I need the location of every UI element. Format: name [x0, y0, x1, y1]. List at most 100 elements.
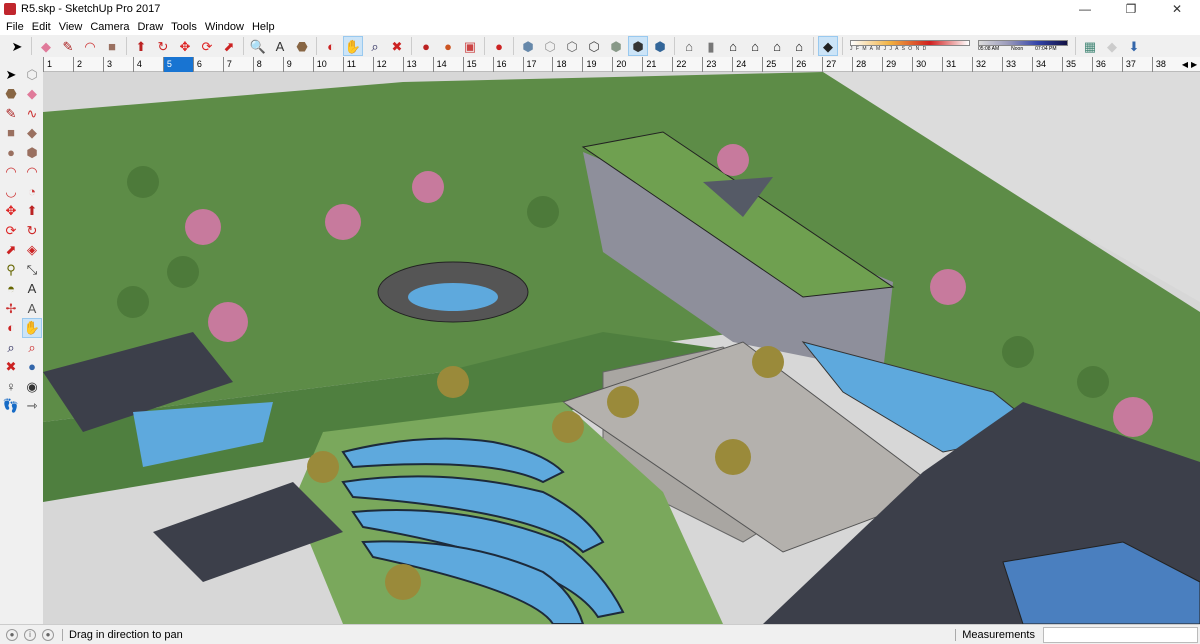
menu-edit[interactable]: Edit: [28, 21, 55, 33]
scene-tab-15[interactable]: 15: [462, 57, 493, 72]
xray-button[interactable]: ⬢: [519, 37, 537, 55]
zoom-button[interactable]: ⌕: [2, 338, 20, 356]
pan-button[interactable]: ✋: [343, 36, 363, 56]
scene-tab-34[interactable]: 34: [1031, 57, 1062, 72]
scene-tab-36[interactable]: 36: [1091, 57, 1122, 72]
arc-button[interactable]: ◠: [81, 37, 99, 55]
geolocation-icon[interactable]: ●: [6, 628, 18, 641]
back-edges-button[interactable]: ⬡: [541, 37, 559, 55]
text-button[interactable]: A: [23, 280, 41, 298]
scene-tab-17[interactable]: 17: [522, 57, 553, 72]
scene-tab-1[interactable]: 1: [43, 57, 73, 72]
three-point-arc-button[interactable]: ◡: [2, 182, 20, 200]
shaded-button[interactable]: ⬢: [607, 37, 625, 55]
scene-tab-29[interactable]: 29: [882, 57, 912, 72]
scene-tab-9[interactable]: 9: [282, 57, 313, 72]
scene-tab-32[interactable]: 32: [972, 57, 1002, 72]
eraser-button[interactable]: ◆: [37, 37, 55, 55]
scene-tab-22[interactable]: 22: [672, 57, 702, 72]
scene-tab-33[interactable]: 33: [1002, 57, 1032, 72]
scroll-right-icon[interactable]: ▶: [1191, 60, 1197, 69]
paint-bucket-button[interactable]: ⬣: [2, 85, 20, 103]
eraser-button[interactable]: ◆: [23, 85, 41, 103]
scene-tab-5[interactable]: 5: [162, 57, 193, 72]
scene-tab-28[interactable]: 28: [852, 57, 882, 72]
scale-button[interactable]: ⬈: [220, 37, 238, 55]
scene-tab-6[interactable]: 6: [192, 57, 223, 72]
back-view-button[interactable]: ⌂: [768, 37, 786, 55]
scene-tab-3[interactable]: 3: [102, 57, 133, 72]
scene-tab-20[interactable]: 20: [612, 57, 642, 72]
look-around-button[interactable]: ◉: [23, 377, 41, 395]
polygon-button[interactable]: ⬢: [23, 143, 41, 161]
previous-view-button[interactable]: ●: [23, 358, 41, 376]
tape-measure-button[interactable]: ⚲: [2, 260, 20, 278]
scene-tab-8[interactable]: 8: [252, 57, 283, 72]
two-point-arc-button[interactable]: ◠: [23, 163, 41, 181]
scene-tab-23[interactable]: 23: [702, 57, 732, 72]
follow-me-button[interactable]: ↻: [23, 221, 41, 239]
tape-measure-button[interactable]: 🔍: [249, 37, 267, 55]
walk-button[interactable]: 👣: [2, 397, 20, 415]
shadow-time-slider[interactable]: 05:08 AM Noon 07:04 PM: [978, 40, 1068, 52]
rotate-button[interactable]: ⟳: [198, 37, 216, 55]
monochrome-button[interactable]: ⬢: [651, 37, 669, 55]
minimize-button[interactable]: —: [1062, 0, 1108, 18]
scene-tab-24[interactable]: 24: [732, 57, 762, 72]
menu-draw[interactable]: Draw: [133, 21, 167, 33]
menu-help[interactable]: Help: [248, 21, 279, 33]
dimension-button[interactable]: ⤡: [23, 260, 41, 278]
push-pull-button[interactable]: ⬆: [132, 37, 150, 55]
rectangle-button[interactable]: ■: [103, 37, 121, 55]
menu-file[interactable]: File: [2, 21, 28, 33]
scene-tab-16[interactable]: 16: [492, 57, 523, 72]
menu-tools[interactable]: Tools: [167, 21, 201, 33]
select-button[interactable]: ➤: [2, 65, 20, 83]
text-button[interactable]: A: [271, 37, 289, 55]
arc-button[interactable]: ◠: [2, 163, 20, 181]
push-pull-button[interactable]: ⬆: [23, 202, 41, 220]
rotated-rectangle-button[interactable]: ◆: [23, 124, 41, 142]
rotate-button[interactable]: ⟳: [2, 221, 20, 239]
zoom-window-button[interactable]: ⌕: [23, 338, 41, 356]
menu-window[interactable]: Window: [201, 21, 248, 33]
scene-tab-14[interactable]: 14: [432, 57, 463, 72]
scene-tab-37[interactable]: 37: [1121, 57, 1152, 72]
scene-tab-26[interactable]: 26: [792, 57, 822, 72]
zoom-extents-button[interactable]: ✖: [388, 37, 406, 55]
scene-tab-4[interactable]: 4: [132, 57, 163, 72]
scene-scroll[interactable]: ◀ ▶: [1182, 57, 1200, 71]
model-viewport[interactable]: [43, 72, 1200, 624]
close-button[interactable]: ✕: [1154, 0, 1200, 18]
scale-button[interactable]: ⬈: [2, 241, 20, 259]
user-icon[interactable]: ●: [42, 628, 54, 641]
measurements-input[interactable]: [1043, 626, 1198, 643]
move-button[interactable]: ✥: [2, 202, 20, 220]
orbit-button[interactable]: ◐: [322, 37, 340, 55]
menu-view[interactable]: View: [55, 21, 87, 33]
section-plane-button[interactable]: ⇾: [23, 397, 41, 415]
scene-tab-2[interactable]: 2: [72, 57, 103, 72]
shadow-date-slider[interactable]: J F M A M J J A S O N D: [850, 40, 970, 52]
scene-tab-30[interactable]: 30: [912, 57, 942, 72]
3d-text-button[interactable]: A: [23, 299, 41, 317]
share-model-button[interactable]: ●: [439, 37, 457, 55]
warehouse-button[interactable]: ●: [417, 37, 435, 55]
make-component-button[interactable]: ⬡: [23, 65, 41, 83]
scene-tab-7[interactable]: 7: [222, 57, 253, 72]
freehand-button[interactable]: ∿: [23, 104, 41, 122]
scene-tab-19[interactable]: 19: [582, 57, 612, 72]
zoom-button[interactable]: ⌕: [366, 37, 384, 55]
rectangle-button[interactable]: ■: [2, 124, 20, 142]
scene-tab-27[interactable]: 27: [822, 57, 852, 72]
hidden-line-button[interactable]: ⬡: [585, 37, 603, 55]
zoom-extents-button[interactable]: ✖: [2, 358, 20, 376]
scene-tab-25[interactable]: 25: [762, 57, 792, 72]
select-button[interactable]: ➤: [8, 37, 26, 55]
circle-button[interactable]: ●: [2, 143, 20, 161]
scene-tab-12[interactable]: 12: [372, 57, 403, 72]
pie-button[interactable]: ◔: [23, 182, 41, 200]
protractor-button[interactable]: ◓: [2, 280, 20, 298]
follow-me-button[interactable]: ↻: [154, 37, 172, 55]
pencil-line-button[interactable]: ✎: [59, 37, 77, 55]
